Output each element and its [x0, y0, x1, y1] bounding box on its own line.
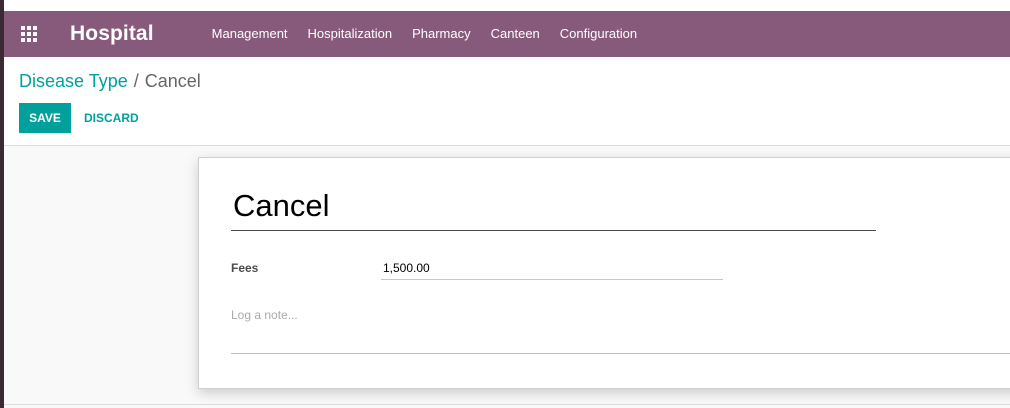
menu-item-hospitalization[interactable]: Hospitalization [298, 11, 403, 57]
control-panel: Disease Type / Cancel SAVE DISCARD [4, 57, 1010, 146]
main-navbar: Hospital Management Hospitalization Phar… [4, 11, 1010, 57]
fees-input[interactable]: 1,500.00 [381, 258, 723, 280]
breadcrumb-separator: / [133, 71, 139, 91]
form-sheet: Cancel Fees 1,500.00 Log a note... [198, 157, 1010, 389]
apps-grid-icon [21, 26, 37, 42]
top-spacer [4, 0, 1010, 11]
apps-menu-icon[interactable] [6, 11, 52, 57]
app-window: Hospital Management Hospitalization Phar… [0, 0, 1010, 408]
menu-item-configuration[interactable]: Configuration [550, 11, 647, 57]
bottom-divider [4, 404, 1010, 405]
log-note-field[interactable]: Log a note... [231, 308, 1010, 354]
log-note-placeholder: Log a note... [231, 308, 298, 322]
fees-label: Fees [231, 261, 259, 275]
breadcrumb-current: Cancel [144, 71, 201, 91]
menu-item-management[interactable]: Management [202, 11, 298, 57]
form-view-background: Cancel Fees 1,500.00 Log a note... [4, 146, 1010, 408]
menu-item-pharmacy[interactable]: Pharmacy [402, 11, 481, 57]
breadcrumb-parent-link[interactable]: Disease Type [19, 71, 128, 91]
breadcrumb: Disease Type / Cancel [19, 71, 201, 92]
top-menu: Management Hospitalization Pharmacy Cant… [202, 11, 647, 57]
discard-button[interactable]: DISCARD [76, 103, 147, 133]
disease-name-input[interactable]: Cancel [231, 186, 876, 231]
app-brand-title[interactable]: Hospital [70, 22, 154, 46]
save-button[interactable]: SAVE [19, 103, 71, 133]
menu-item-canteen[interactable]: Canteen [481, 11, 550, 57]
